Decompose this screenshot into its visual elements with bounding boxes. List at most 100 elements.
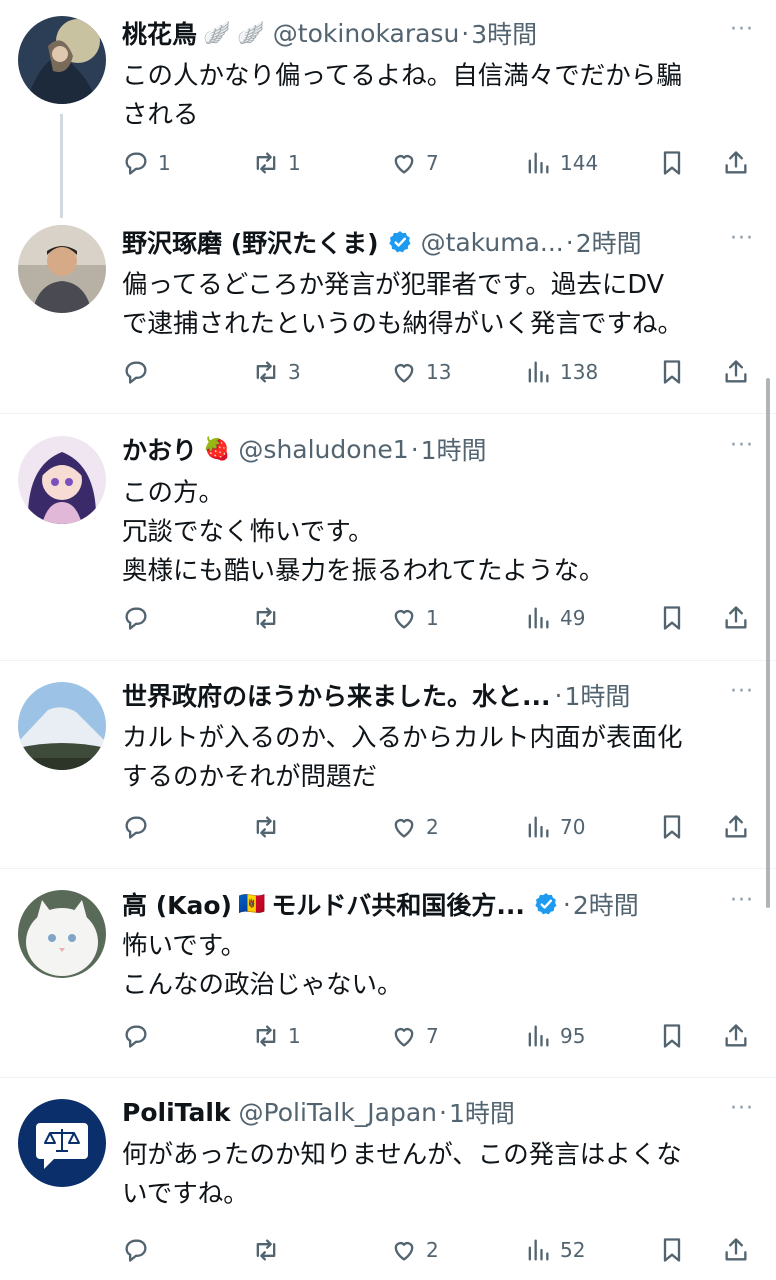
tweet[interactable]: PoliTalk @PoliTalk_Japan · 1時間 ··· 何があった… — [0, 1078, 776, 1280]
avatar[interactable] — [18, 225, 106, 313]
share-button[interactable] — [722, 807, 750, 847]
like-button[interactable]: 7 — [390, 1016, 439, 1056]
reply-icon — [125, 816, 147, 839]
views-button[interactable]: 95 — [524, 1016, 585, 1056]
more-icon[interactable]: ··· — [730, 1096, 754, 1121]
retweet-button[interactable]: 1 — [252, 143, 301, 183]
tweet-text: この人かなり偏ってるよね。自信満々でだから騙 される — [122, 57, 752, 135]
separator: · — [554, 680, 563, 710]
avatar[interactable] — [18, 436, 106, 524]
handle[interactable]: @shaludone1 — [238, 435, 408, 464]
bookmark-icon — [663, 606, 681, 630]
retweet-button[interactable] — [252, 598, 288, 638]
action-bar: 1 1 7 144 — [122, 143, 758, 183]
tweet[interactable]: 世界政府のほうから来ました。水と... · 1時間 ··· カルトが入るのか、入… — [0, 661, 776, 868]
views-button[interactable]: 49 — [524, 598, 585, 638]
retweet-count: 1 — [288, 1024, 301, 1048]
like-button[interactable]: 2 — [390, 1230, 439, 1270]
more-icon[interactable]: ··· — [730, 226, 754, 251]
text-line: される — [122, 100, 199, 130]
text-line: 奥様にも酷い暴力を振るわれてたような。 — [122, 556, 605, 586]
like-button[interactable]: 13 — [390, 352, 451, 392]
views-icon — [528, 816, 549, 838]
text-line: で逮捕されたというのも納得がいく発言ですね。 — [122, 309, 684, 339]
display-name[interactable]: かおり — [122, 431, 197, 467]
bookmark-button[interactable] — [658, 352, 686, 392]
reply-button[interactable] — [122, 1230, 158, 1270]
bookmark-icon — [663, 151, 681, 175]
views-button[interactable]: 70 — [524, 807, 585, 847]
tweet[interactable]: 野沢琢磨 (野沢たくま) @takuma... · 2時間 ··· 偏ってるどこ… — [0, 205, 776, 413]
avatar[interactable] — [18, 890, 106, 978]
retweet-button[interactable] — [252, 1230, 288, 1270]
bookmark-button[interactable] — [658, 807, 686, 847]
display-name[interactable]: 野沢琢磨 (野沢たくま) — [122, 224, 379, 260]
display-name-cont[interactable]: モルドバ共和国後方... — [271, 886, 525, 922]
action-bar: 1 7 95 — [122, 1016, 758, 1056]
share-button[interactable] — [722, 1230, 750, 1270]
timestamp[interactable]: 2時間 — [576, 224, 642, 260]
retweet-button[interactable]: 1 — [252, 1016, 301, 1056]
display-name[interactable]: PoliTalk — [122, 1098, 231, 1127]
bookmark-button[interactable] — [658, 598, 686, 638]
timestamp[interactable]: 3時間 — [471, 15, 537, 51]
tweet[interactable]: かおり 🍓 @shaludone1 · 1時間 ··· この方。 冗談でなく怖い… — [0, 414, 776, 660]
share-button[interactable] — [722, 598, 750, 638]
display-name[interactable]: 桃花鳥 — [122, 15, 197, 51]
share-button[interactable] — [722, 1016, 750, 1056]
share-button[interactable] — [722, 143, 750, 183]
handle[interactable]: @tokinokarasu — [273, 19, 460, 48]
text-line: この人かなり偏ってるよね。自信満々でだから騙 — [122, 61, 682, 91]
avatar[interactable] — [18, 1099, 106, 1187]
bookmark-button[interactable] — [658, 1230, 686, 1270]
tweet-text: カルトが入るのか、入るからカルト内面が表面化 するのかそれが問題だ — [122, 719, 752, 797]
views-button[interactable]: 144 — [524, 143, 598, 183]
heart-icon — [394, 1028, 414, 1047]
separator: · — [461, 18, 470, 48]
retweet-button[interactable] — [252, 807, 288, 847]
reply-button[interactable] — [122, 352, 158, 392]
timestamp[interactable]: 1時間 — [421, 431, 487, 467]
views-icon — [528, 607, 549, 629]
heart-icon — [394, 155, 414, 174]
bookmark-button[interactable] — [658, 143, 686, 183]
reply-button[interactable]: 1 — [122, 143, 171, 183]
share-button[interactable] — [722, 352, 750, 392]
like-count: 7 — [426, 151, 439, 175]
views-button[interactable]: 138 — [524, 352, 598, 392]
views-icon — [528, 152, 549, 174]
reply-button[interactable] — [122, 1016, 158, 1056]
separator: · — [562, 889, 571, 919]
tweet[interactable]: 高 (Kao) 🇲🇩 モルドバ共和国後方... · 2時間 ··· 怖いです。 … — [0, 869, 776, 1077]
tweet-text: 何があったのか知りませんが、この発言はよくな いですね。 — [122, 1136, 752, 1214]
avatar[interactable] — [18, 682, 106, 770]
like-button[interactable]: 2 — [390, 807, 439, 847]
handle[interactable]: @takuma... — [421, 228, 564, 257]
display-name[interactable]: 世界政府のほうから来ました。水と... — [122, 677, 551, 713]
handle[interactable]: @PoliTalk_Japan — [239, 1098, 437, 1127]
bookmark-button[interactable] — [658, 1016, 686, 1056]
timestamp[interactable]: 1時間 — [564, 677, 630, 713]
name-badge: 🍓 — [203, 436, 231, 462]
avatar[interactable] — [18, 16, 106, 104]
timestamp[interactable]: 2時間 — [573, 886, 639, 922]
views-count: 52 — [560, 1238, 586, 1262]
retweet-icon — [256, 816, 276, 838]
views-button[interactable]: 52 — [524, 1230, 585, 1270]
more-icon[interactable]: ··· — [730, 679, 754, 704]
more-icon[interactable]: ··· — [730, 888, 754, 913]
reply-button[interactable] — [122, 598, 158, 638]
more-icon[interactable]: ··· — [730, 17, 754, 42]
like-button[interactable]: 7 — [390, 143, 439, 183]
reply-button[interactable] — [122, 807, 158, 847]
display-name[interactable]: 高 (Kao) — [122, 886, 232, 922]
scrollbar[interactable] — [766, 378, 770, 908]
reply-icon — [125, 1239, 147, 1262]
like-button[interactable]: 1 — [390, 598, 439, 638]
more-icon[interactable]: ··· — [730, 433, 754, 458]
tweet[interactable]: 桃花鳥 🪽 🪽 @tokinokarasu · 3時間 ··· この人かなり偏っ… — [0, 0, 776, 205]
timestamp[interactable]: 1時間 — [449, 1094, 515, 1130]
retweet-icon — [256, 1239, 276, 1261]
flag-badge: 🇲🇩 — [237, 891, 266, 917]
retweet-button[interactable]: 3 — [252, 352, 301, 392]
